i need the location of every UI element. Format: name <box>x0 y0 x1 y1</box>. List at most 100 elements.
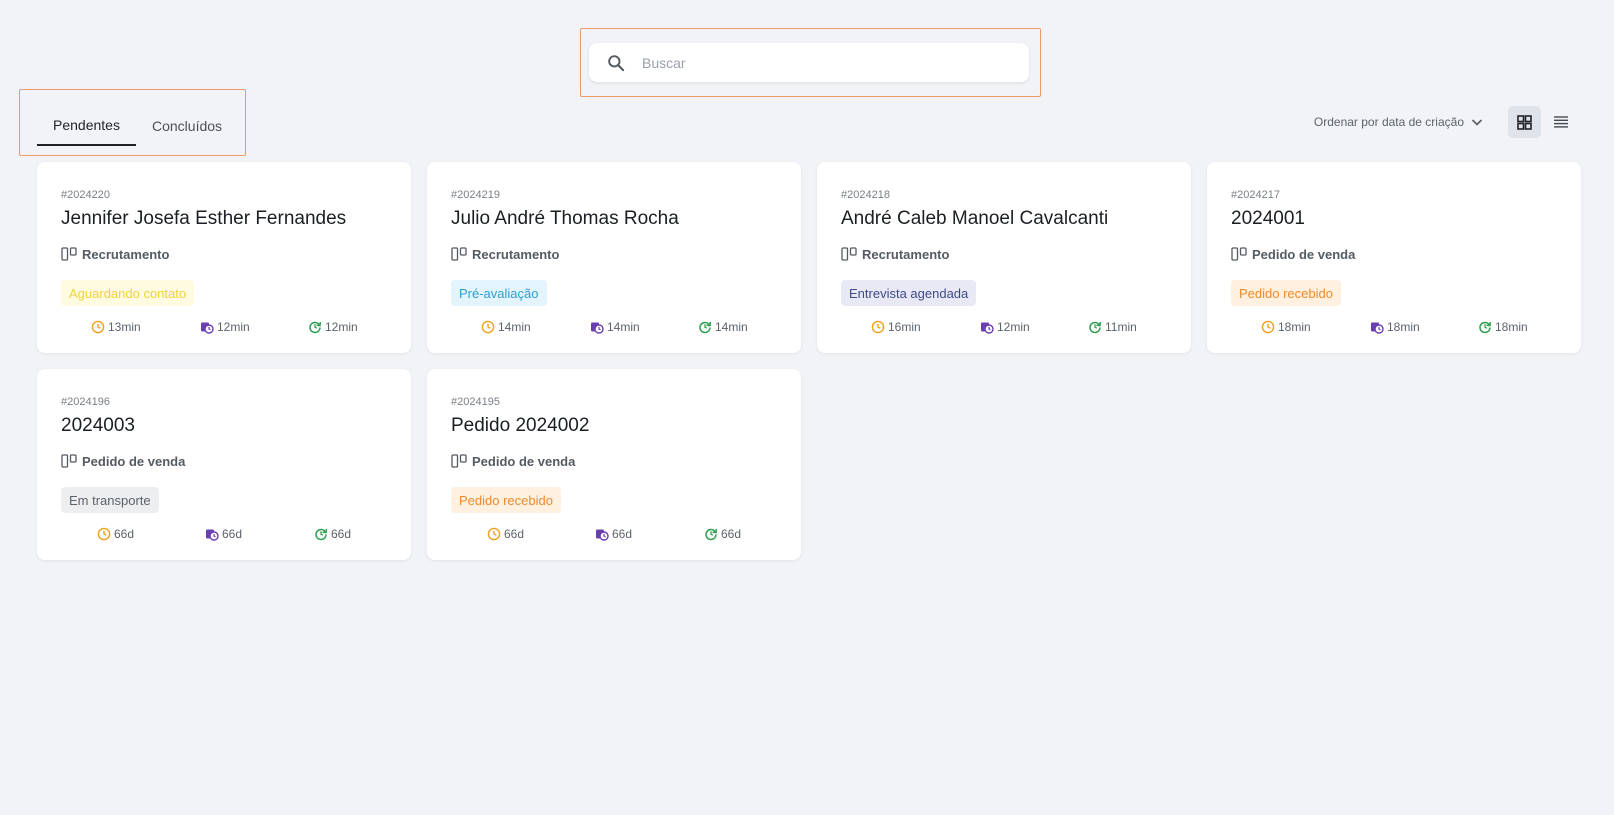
status-badge-label: Entrevista agendada <box>849 285 969 301</box>
list-view-button[interactable] <box>1544 106 1577 138</box>
card[interactable]: #2024196 2024003 Pedido de venda Em tran… <box>37 369 411 560</box>
board-icon <box>451 454 467 468</box>
list-icon <box>1553 116 1568 128</box>
search-bar[interactable] <box>589 43 1029 82</box>
refresh-icon <box>1089 321 1102 334</box>
card[interactable]: #2024220 Jennifer Josefa Esther Fernande… <box>37 162 411 353</box>
metric-elapsed-value: 14min <box>498 320 531 334</box>
metric-scheduled: 66d <box>595 527 632 541</box>
card[interactable]: #2024219 Julio André Thomas Rocha Recrut… <box>427 162 801 353</box>
card-category: Recrutamento <box>841 246 949 262</box>
metric-updated-value: 12min <box>325 320 358 334</box>
metric-updated-value: 66d <box>721 527 742 541</box>
card-metrics: 14min 14min 14min <box>427 320 801 336</box>
card-metrics: 66d 66d 66d <box>427 527 801 543</box>
card-category-label: Pedido de venda <box>472 453 576 469</box>
card-title: André Caleb Manoel Cavalcanti <box>841 208 1109 229</box>
tab-pendentes[interactable]: Pendentes <box>37 106 136 146</box>
card[interactable]: #2024195 Pedido 2024002 Pedido de venda … <box>427 369 801 560</box>
card-code: #2024218 <box>841 189 890 201</box>
clock-icon <box>1261 320 1275 334</box>
card-code: #2024196 <box>61 396 110 408</box>
status-badge: Aguardando contato <box>61 280 195 306</box>
clock-icon <box>871 320 885 334</box>
card-category-label: Pedido de venda <box>1252 246 1356 262</box>
metric-elapsed-value: 13min <box>108 320 141 334</box>
metric-scheduled: 14min <box>590 320 640 334</box>
card-metrics: 16min 12min 11min <box>817 320 1191 336</box>
calendar-clock-icon <box>591 322 604 334</box>
card-title: 2024003 <box>61 415 135 436</box>
metric-scheduled-value: 12min <box>997 320 1030 334</box>
board-icon <box>841 247 857 261</box>
metric-updated: 66d <box>704 527 741 541</box>
card-category: Recrutamento <box>451 246 559 262</box>
metric-updated: 14min <box>698 320 748 334</box>
board-icon <box>61 247 77 261</box>
card-category-label: Recrutamento <box>862 246 950 262</box>
refresh-icon <box>705 528 718 541</box>
status-badge-label: Pré-avaliação <box>459 285 539 301</box>
status-badge: Pedido recebido <box>451 487 561 513</box>
card-category-label: Recrutamento <box>82 246 170 262</box>
metric-elapsed: 66d <box>97 527 134 541</box>
metric-scheduled: 66d <box>205 527 242 541</box>
calendar-clock-icon <box>596 529 609 541</box>
metric-elapsed-value: 66d <box>114 527 135 541</box>
metric-updated-value: 18min <box>1495 320 1528 334</box>
refresh-icon <box>699 321 712 334</box>
card-metrics: 13min 12min 12min <box>37 320 411 336</box>
metric-updated-value: 14min <box>715 320 748 334</box>
metric-elapsed: 16min <box>871 320 921 334</box>
sort-label: Ordenar por data de criação <box>1313 115 1464 129</box>
chevron-down-icon <box>1471 119 1483 126</box>
status-badge: Pré-avaliação <box>451 280 547 306</box>
metric-elapsed-value: 16min <box>888 320 921 334</box>
card-title: Julio André Thomas Rocha <box>451 208 679 229</box>
grid-icon <box>1517 114 1532 130</box>
sort-dropdown[interactable]: Ordenar por data de criação <box>1314 111 1484 133</box>
card-category: Pedido de venda <box>1231 246 1355 262</box>
metric-elapsed: 18min <box>1261 320 1311 334</box>
board-icon <box>61 454 77 468</box>
metric-updated: 18min <box>1478 320 1528 334</box>
refresh-icon <box>309 321 322 334</box>
calendar-clock-icon <box>981 322 994 334</box>
card[interactable]: #2024218 André Caleb Manoel Cavalcanti R… <box>817 162 1191 353</box>
clock-icon <box>487 527 501 541</box>
card-title: Pedido 2024002 <box>451 415 590 436</box>
card-code: #2024220 <box>61 189 110 201</box>
clock-icon <box>481 320 495 334</box>
metric-updated: 66d <box>314 527 351 541</box>
card-code: #2024217 <box>1231 189 1280 201</box>
clock-icon <box>91 320 105 334</box>
card-metrics: 18min 18min 18min <box>1207 320 1581 336</box>
metric-updated-value: 66d <box>331 527 352 541</box>
card[interactable]: #2024217 2024001 Pedido de venda Pedido … <box>1207 162 1581 353</box>
metric-scheduled-value: 66d <box>612 527 633 541</box>
metric-scheduled: 12min <box>200 320 250 334</box>
grid-view-button[interactable] <box>1508 106 1541 138</box>
refresh-icon <box>1479 321 1492 334</box>
status-badge-label: Pedido recebido <box>459 492 553 508</box>
metric-scheduled-value: 66d <box>222 527 243 541</box>
card-category-label: Pedido de venda <box>82 453 186 469</box>
metric-updated-value: 11min <box>1105 320 1137 334</box>
status-badge-label: Pedido recebido <box>1239 285 1333 301</box>
status-badge: Entrevista agendada <box>841 280 977 306</box>
refresh-icon <box>315 528 328 541</box>
clock-icon <box>97 527 111 541</box>
metric-scheduled-value: 14min <box>607 320 640 334</box>
search-input[interactable] <box>642 54 1002 71</box>
board-icon <box>451 247 467 261</box>
metric-elapsed: 13min <box>91 320 141 334</box>
metric-scheduled: 12min <box>980 320 1030 334</box>
metric-elapsed: 14min <box>481 320 531 334</box>
card-category: Pedido de venda <box>61 453 185 469</box>
calendar-clock-icon <box>206 529 219 541</box>
search-icon <box>608 54 625 71</box>
metric-scheduled-value: 12min <box>217 320 250 334</box>
metric-scheduled: 18min <box>1370 320 1420 334</box>
card-category-label: Recrutamento <box>472 246 560 262</box>
tab-concluidos[interactable]: Concluídos <box>152 106 222 146</box>
